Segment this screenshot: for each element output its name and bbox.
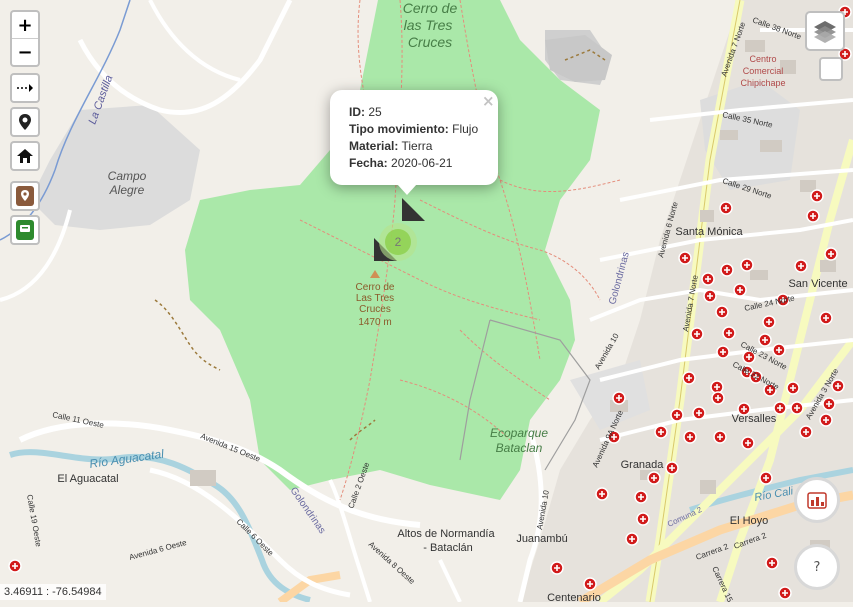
legend-button[interactable] [794, 477, 840, 523]
label-altos-normandia: Altos de Normandía [397, 528, 495, 540]
layers-icon [814, 21, 836, 43]
label-granada: Granada [621, 459, 665, 471]
layers-button[interactable] [805, 11, 845, 51]
popup-row-fecha: Fecha: 2020-06-21 [349, 156, 453, 170]
home-icon [12, 143, 38, 169]
label-centenario: Centenario [547, 592, 601, 602]
label-cerro-top: las Tres [404, 17, 453, 33]
popup-row-material: Material: Tierra [349, 139, 433, 153]
measure-tool-button[interactable] [10, 73, 40, 103]
cluster-count: 2 [395, 235, 402, 249]
label-centro-comercial: Centro [749, 54, 776, 64]
green-marker-icon [12, 217, 38, 243]
popup-row-tipo: Tipo movimiento: Flujo [349, 122, 479, 136]
popup-tip [397, 184, 417, 195]
label-santa-monica: Santa Mónica [675, 226, 743, 238]
feature-popup: × ID: 25 Tipo movimiento: Flujo Material… [330, 90, 498, 185]
map-pin-icon [12, 109, 38, 135]
map-option-toggle[interactable] [819, 57, 843, 81]
zoom-out-button[interactable]: − [12, 38, 38, 65]
dashed-arrow-icon [12, 75, 38, 101]
home-button[interactable] [10, 141, 40, 171]
popup-row-id: ID: 25 [349, 105, 382, 119]
legend-chart-icon [807, 492, 827, 509]
label-campo-alegre: Alegre [109, 183, 145, 197]
zoom-in-button[interactable]: + [12, 12, 38, 38]
label-cerro-top: Cerro de [403, 0, 458, 16]
label-altos-normandia: - Bataclán [423, 542, 473, 554]
label-cerro-peak: 1470 m [358, 317, 391, 328]
label-ecoparque: Bataclan [496, 441, 543, 455]
label-versalles: Versalles [732, 413, 777, 425]
label-el-hoyo: El Hoyo [730, 515, 769, 527]
popup-close-button[interactable]: × [482, 92, 495, 110]
label-cerro-peak: Cerro de [356, 282, 395, 293]
label-centro-comercial: Chipichape [740, 78, 785, 88]
label-el-aguacatal: El Aguacatal [57, 473, 118, 485]
label-cerro-peak: Las Tres [356, 293, 394, 304]
green-marker-layer-button[interactable] [10, 215, 40, 245]
brown-marker-layer-button[interactable] [10, 181, 40, 211]
zoom-control: + − [10, 10, 40, 67]
label-cerro-top: Cruces [408, 34, 452, 50]
label-juanambu: Juanambú [516, 533, 567, 545]
label-cerro-peak: Cruces [359, 304, 391, 315]
label-centro-comercial: Comercial [743, 66, 784, 76]
help-button[interactable]: ? [794, 544, 840, 590]
locate-button[interactable] [10, 107, 40, 137]
label-campo-alegre: Campo [108, 169, 147, 183]
coordinates-readout: 3.46911 : -76.54984 [0, 584, 106, 600]
label-san-vicente: San Vicente [788, 278, 847, 290]
brown-marker-icon [12, 183, 38, 209]
label-ecoparque: Ecoparque [490, 426, 548, 440]
